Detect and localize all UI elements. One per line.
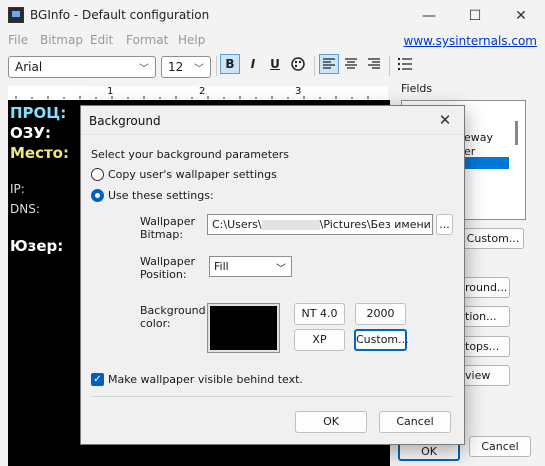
desktops-button[interactable]: tops... (462, 336, 510, 357)
editor-line-dns: DNS: (10, 202, 40, 216)
main-cancel-button[interactable]: Cancel (469, 436, 531, 457)
window-title: BGInfo - Default configuration (30, 8, 210, 22)
font-select[interactable]: Arial ﹀ (8, 56, 156, 78)
redacted-username (261, 220, 320, 230)
underline-button[interactable]: U (265, 54, 285, 74)
align-center-button[interactable] (341, 54, 361, 74)
menu-file[interactable]: File (8, 33, 28, 47)
ruler-ticks (15, 96, 369, 99)
ruler-mark-1: 1 (107, 86, 114, 97)
wallpaper-position-label-2: Position: (140, 268, 187, 281)
bullets-button[interactable] (395, 54, 415, 74)
background-dialog: Background ✕ Select your background para… (80, 105, 465, 445)
xp-color-button[interactable]: XP (294, 329, 345, 351)
editor-line-user: Юзер: (10, 237, 64, 255)
radio-copy-label[interactable]: Copy user's wallpaper settings (108, 168, 277, 181)
menu-bitmap[interactable]: Bitmap (40, 33, 83, 47)
editor-line-ip: IP: (10, 182, 25, 196)
menu-edit[interactable]: Edit (90, 33, 113, 47)
align-right-button[interactable] (364, 54, 384, 74)
ruler-mark-3: 3 (295, 86, 302, 97)
dialog-title: Background (89, 114, 161, 128)
menu-help[interactable]: Help (178, 33, 205, 47)
ruler: 1 2 3 (8, 86, 388, 101)
background-color-label-2: color: (140, 317, 171, 330)
chevron-down-icon: ﹀ (194, 64, 204, 75)
wallpaper-position-value: Fill (214, 260, 229, 273)
dialog-close-button[interactable]: ✕ (432, 109, 458, 131)
browse-button[interactable]: ... (436, 214, 453, 235)
wallpaper-path-start: C:\Users\ (212, 218, 262, 231)
editor-line-cpu: ПРОЦ: (10, 104, 67, 122)
editor-line-ram: ОЗУ: (10, 124, 51, 142)
font-size-value: 12 (168, 60, 184, 74)
background-color-label: Background (140, 304, 206, 317)
chevron-down-icon: ﹀ (139, 64, 149, 75)
chevron-down-icon: ﹀ (276, 264, 286, 275)
bullet-list-icon (398, 58, 412, 70)
fields-label: Fields (401, 82, 433, 95)
position-button[interactable]: tion... (462, 306, 510, 327)
italic-button[interactable]: I (243, 54, 263, 74)
menu-format[interactable]: Format (126, 33, 168, 47)
wallpaper-bitmap-label: Wallpaper (140, 215, 196, 228)
radio-copy-user-wallpaper[interactable] (91, 168, 104, 181)
wallpaper-path-end: \Pictures\Без имени.p (319, 218, 433, 231)
background-button[interactable]: round... (462, 277, 510, 298)
toolbar-separator (216, 56, 217, 76)
dialog-title-divider (81, 134, 464, 135)
fields-scrollbar[interactable] (515, 121, 518, 145)
custom-fields-button[interactable]: Custom... (462, 228, 524, 249)
align-left-icon (323, 58, 335, 69)
align-right-icon (368, 58, 380, 69)
close-button[interactable]: ✕ (498, 0, 544, 32)
align-left-button[interactable] (319, 54, 339, 74)
instructions-label: Select your background parameters (91, 148, 290, 161)
nt40-color-button[interactable]: NT 4.0 (294, 303, 345, 325)
align-center-icon (345, 58, 357, 69)
dialog-divider (91, 396, 453, 397)
wallpaper-position-label: Wallpaper (140, 255, 196, 268)
ruler-mark-2: 2 (199, 86, 206, 97)
fields-list-selected[interactable] (464, 157, 509, 169)
background-color-swatch[interactable] (208, 304, 279, 352)
make-wallpaper-visible-label[interactable]: Make wallpaper visible behind text. (108, 373, 303, 386)
toolbar-separator (314, 56, 315, 76)
minimize-button[interactable]: — (406, 0, 452, 32)
fields-list-item[interactable]: eway (464, 131, 493, 144)
font-size-select[interactable]: 12 ﹀ (161, 56, 211, 78)
wallpaper-position-select[interactable]: Fill ﹀ (209, 256, 292, 277)
sysinternals-link[interactable]: www.sysinternals.com (404, 34, 538, 48)
bold-button[interactable]: B (220, 54, 240, 74)
editor-line-disk: Место: (10, 144, 69, 162)
maximize-button[interactable]: ☐ (452, 0, 498, 32)
custom-color-button[interactable]: Custom... (354, 329, 409, 351)
wallpaper-bitmap-label-2: Bitmap: (140, 228, 184, 241)
preview-button[interactable]: view (462, 365, 510, 386)
bginfo-app-icon (8, 7, 24, 23)
dialog-ok-button[interactable]: OK (295, 411, 367, 433)
wallpaper-path-input[interactable]: C:\Users\ \Pictures\Без имени.p (207, 214, 433, 235)
font-value: Arial (15, 60, 43, 74)
color-palette-button[interactable] (288, 54, 308, 74)
toolbar-separator (389, 56, 390, 76)
radio-use-label[interactable]: Use these settings: (108, 189, 214, 202)
radio-use-these-settings[interactable] (91, 189, 104, 202)
make-wallpaper-visible-checkbox[interactable]: ✓ (91, 373, 104, 386)
win2000-color-button[interactable]: 2000 (355, 303, 406, 325)
palette-icon (291, 57, 305, 71)
dialog-cancel-button[interactable]: Cancel (379, 411, 451, 433)
